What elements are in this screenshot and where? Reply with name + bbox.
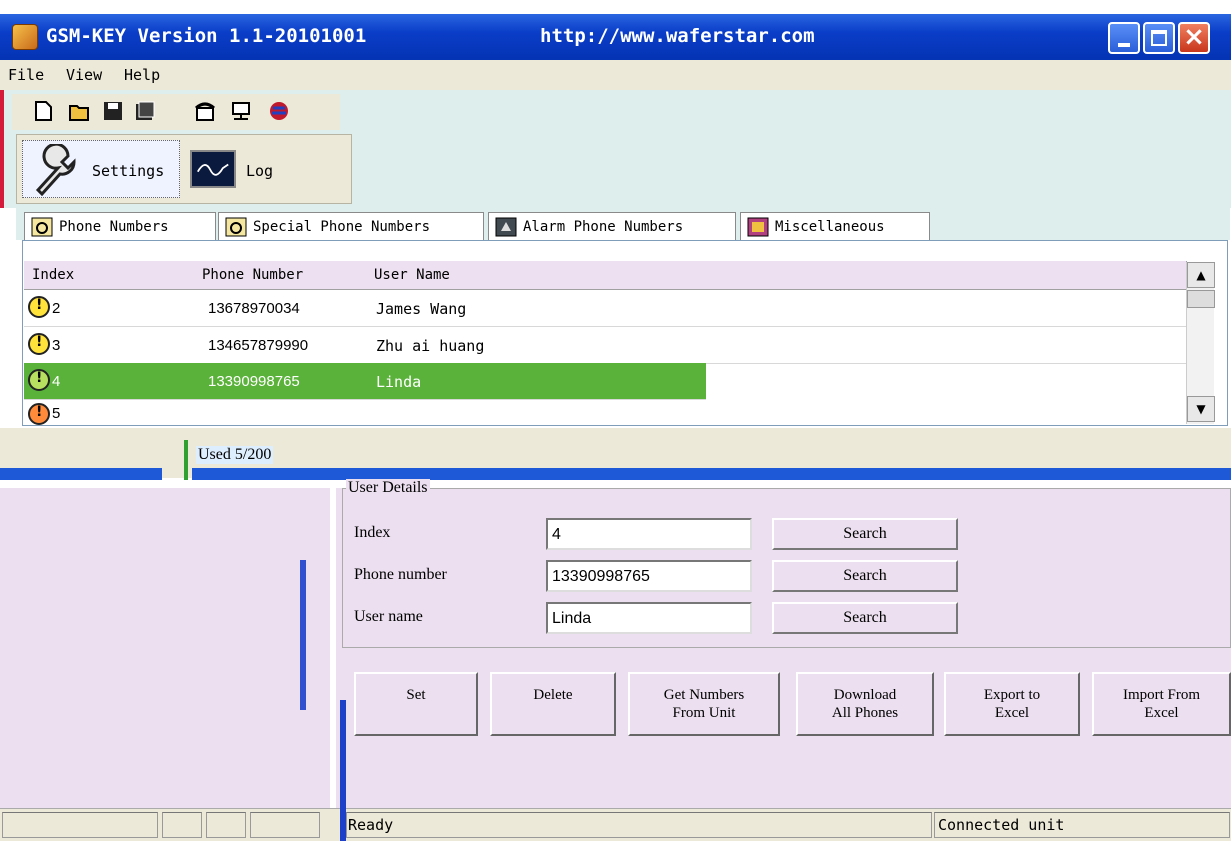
column-header-index[interactable]: Index bbox=[24, 261, 195, 290]
tab-label: Phone Numbers bbox=[59, 219, 169, 235]
save-as-icon[interactable] bbox=[134, 100, 156, 122]
close-icon: × bbox=[1183, 22, 1205, 52]
settings-label: Settings bbox=[92, 162, 165, 180]
window-title: GSM-KEY Version 1.1-20101001 bbox=[46, 25, 367, 47]
phone-icon bbox=[225, 217, 247, 237]
maximize-button[interactable] bbox=[1143, 22, 1175, 54]
divider bbox=[184, 440, 188, 480]
menu-file[interactable]: File bbox=[8, 66, 44, 84]
status-cell bbox=[206, 812, 246, 838]
tab-label: Special Phone Numbers bbox=[253, 219, 431, 235]
table-row[interactable]: 5 bbox=[24, 399, 1186, 425]
save-icon[interactable] bbox=[102, 100, 124, 122]
status-cell bbox=[162, 812, 202, 838]
divider bbox=[300, 560, 306, 710]
minimize-button[interactable] bbox=[1108, 22, 1140, 54]
menu-help[interactable]: Help bbox=[124, 66, 160, 84]
window-url: http://www.waferstar.com bbox=[540, 25, 815, 47]
warning-icon bbox=[28, 403, 50, 425]
new-icon[interactable] bbox=[32, 100, 54, 122]
title-bar: GSM-KEY Version 1.1-20101001 http://www.… bbox=[0, 14, 1231, 60]
username-input[interactable]: Linda bbox=[546, 602, 752, 634]
status-cell bbox=[2, 812, 158, 838]
tab-label: Miscellaneous bbox=[775, 219, 885, 235]
warning-icon bbox=[28, 296, 50, 318]
column-header-blank bbox=[706, 261, 1187, 290]
search-phone-button[interactable]: Search bbox=[772, 560, 958, 592]
get-numbers-button[interactable]: Get Numbers From Unit bbox=[628, 672, 780, 736]
maximize-icon bbox=[1151, 30, 1167, 46]
tab-special-phone-numbers[interactable]: Special Phone Numbers bbox=[218, 212, 484, 241]
menu-bar: File View Help bbox=[0, 60, 1231, 90]
phone-icon[interactable] bbox=[194, 100, 216, 122]
phone-icon bbox=[31, 217, 53, 237]
tab-phone-numbers[interactable]: Phone Numbers bbox=[24, 212, 216, 241]
export-excel-button[interactable]: Export to Excel bbox=[944, 672, 1080, 736]
wrench-icon bbox=[35, 144, 76, 196]
table-row-selected[interactable]: 4 13390998765 Linda bbox=[24, 363, 706, 400]
column-header-user[interactable]: User Name bbox=[366, 261, 707, 290]
status-ready: Ready bbox=[348, 816, 394, 834]
search-name-button[interactable]: Search bbox=[772, 602, 958, 634]
username-label: User name bbox=[354, 608, 423, 625]
set-button[interactable]: Set bbox=[354, 672, 478, 736]
status-cell bbox=[250, 812, 320, 838]
network-icon[interactable] bbox=[230, 100, 252, 122]
log-icon[interactable] bbox=[190, 150, 236, 188]
open-icon[interactable] bbox=[68, 100, 90, 122]
close-button[interactable]: × bbox=[1178, 22, 1210, 54]
import-excel-button[interactable]: Import From Excel bbox=[1092, 672, 1231, 736]
search-index-button[interactable]: Search bbox=[772, 518, 958, 550]
status-cell bbox=[346, 812, 932, 838]
log-label: Log bbox=[246, 162, 274, 180]
toolbar bbox=[12, 94, 340, 130]
table-row[interactable]: 2 13678970034 James Wang bbox=[24, 290, 1186, 327]
warning-icon bbox=[28, 369, 50, 391]
delete-button[interactable]: Delete bbox=[490, 672, 616, 736]
download-button[interactable]: Download All Phones bbox=[796, 672, 934, 736]
left-pane bbox=[0, 488, 330, 808]
table-scrollbar[interactable]: ▲ ▼ bbox=[1186, 262, 1215, 424]
phone-input[interactable]: 13390998765 bbox=[546, 560, 752, 592]
status-strip bbox=[0, 468, 162, 480]
index-label: Index bbox=[354, 524, 391, 541]
column-header-phone[interactable]: Phone Number bbox=[194, 261, 367, 290]
group-legend: User Details bbox=[346, 479, 430, 497]
tab-label: Alarm Phone Numbers bbox=[523, 219, 684, 235]
status-connection: Connected unit bbox=[938, 816, 1065, 834]
tab-miscellaneous[interactable]: Miscellaneous bbox=[740, 212, 930, 241]
index-input[interactable]: 4 bbox=[546, 518, 752, 550]
scroll-down-icon[interactable]: ▼ bbox=[1187, 396, 1215, 422]
menu-view[interactable]: View bbox=[66, 66, 102, 84]
warning-icon bbox=[28, 333, 50, 355]
scroll-thumb[interactable] bbox=[1187, 290, 1215, 308]
minimize-icon bbox=[1118, 43, 1130, 47]
scroll-up-icon[interactable]: ▲ bbox=[1187, 262, 1215, 288]
table-row[interactable]: 3 134657879990 Zhu ai huang bbox=[24, 327, 1186, 364]
globe-icon[interactable] bbox=[268, 100, 290, 122]
app-icon bbox=[12, 24, 38, 50]
tab-alarm-phone-numbers[interactable]: Alarm Phone Numbers bbox=[488, 212, 736, 241]
used-count: Used 5/200 bbox=[196, 446, 274, 464]
alarm-icon bbox=[495, 217, 517, 237]
misc-icon bbox=[747, 217, 769, 237]
phone-label: Phone number bbox=[354, 566, 447, 583]
